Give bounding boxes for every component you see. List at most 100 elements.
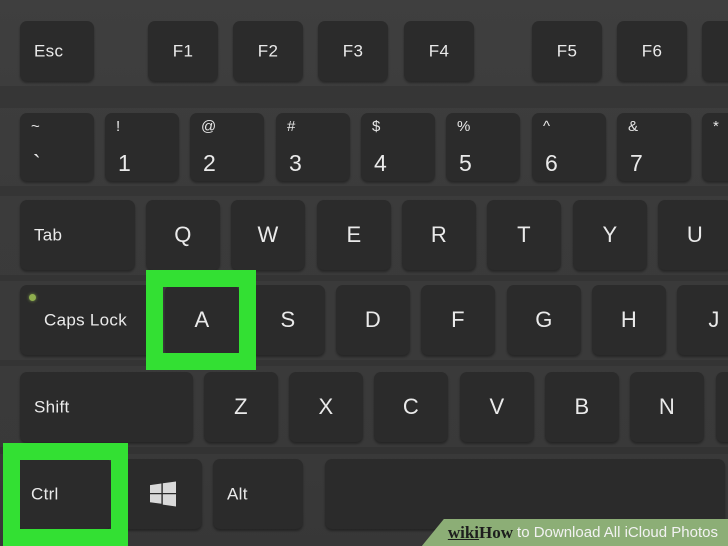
key-key-z[interactable]: Z	[204, 372, 278, 442]
key-shift-legend: #	[287, 118, 296, 135]
key-esc[interactable]: Esc	[20, 21, 94, 81]
key-label: F2	[257, 41, 279, 61]
key-primary-legend: 2	[203, 150, 216, 176]
key-key-g[interactable]: G	[507, 285, 581, 355]
key-label: X	[318, 394, 334, 419]
key-shift-legend: @	[201, 118, 217, 135]
key-shift-legend: ~	[31, 118, 40, 135]
key-key-u[interactable]: U	[658, 200, 728, 270]
key-key-w[interactable]: W	[231, 200, 305, 270]
key-key-e[interactable]: E	[317, 200, 391, 270]
key-primary-legend: 4	[374, 150, 387, 176]
key-primary-legend: 1	[118, 150, 131, 176]
key-label: F1	[172, 41, 194, 61]
key-key-c[interactable]: C	[374, 372, 448, 442]
row-separator-top-letters	[0, 275, 728, 281]
key-label: Caps Lock	[44, 310, 128, 330]
key-key-y[interactable]: Y	[573, 200, 647, 270]
key-digit-7[interactable]: & 7	[617, 113, 691, 181]
key-label: V	[489, 394, 505, 419]
key-f4[interactable]: F4	[404, 21, 474, 81]
key-primary-legend: 3	[289, 150, 302, 176]
key-label: Tab	[34, 225, 63, 245]
key-win[interactable]	[123, 459, 202, 529]
key-key-s[interactable]: S	[251, 285, 325, 355]
watermark-caption-text: to Download All iCloud Photos	[517, 524, 718, 541]
key-label: C	[402, 394, 420, 419]
key-key-x[interactable]: X	[289, 372, 363, 442]
key-key-t[interactable]: T	[487, 200, 561, 270]
key-digit-2[interactable]: @2	[190, 113, 264, 181]
watermark-how-text: How	[479, 522, 514, 542]
key-digit-8[interactable]: *	[702, 113, 728, 181]
key-digit-1[interactable]: ! 1	[105, 113, 179, 181]
wikihow-watermark: wiki How to Download All iCloud Photos	[421, 519, 728, 546]
keyboard-screenshot: Esc F1 F2 F3 F4 F5 F6 ~ `! 1 @2 #3 $4% 5 ^ 6 & 7 * Tab Q W E R T…	[0, 0, 728, 546]
key-shift-legend: *	[713, 118, 719, 135]
key-f5[interactable]: F5	[532, 21, 602, 81]
key-alt-left[interactable]: Alt	[213, 459, 303, 529]
row-separator-home	[0, 360, 728, 366]
key-label: Shift	[34, 397, 70, 417]
key-caps-lock[interactable]: Caps Lock	[20, 285, 154, 355]
key-label: Esc	[34, 41, 64, 61]
key-key-r[interactable]: R	[402, 200, 476, 270]
key-primary-legend: 5	[459, 150, 472, 176]
key-label: S	[280, 307, 296, 332]
key-f7[interactable]	[702, 21, 728, 81]
key-label: F5	[556, 41, 578, 61]
key-shift-legend: ^	[543, 118, 551, 135]
key-key-j[interactable]: J	[677, 285, 728, 355]
key-label: G	[535, 307, 553, 332]
key-shift-legend: %	[457, 118, 471, 135]
key-shift-legend: &	[628, 118, 639, 135]
key-label: F3	[342, 41, 364, 61]
key-primary-legend: `	[33, 150, 41, 176]
key-primary-legend: 6	[545, 150, 558, 176]
key-label: W	[257, 222, 279, 247]
key-label: H	[620, 307, 638, 332]
windows-logo-icon	[149, 481, 176, 507]
key-space[interactable]	[325, 459, 725, 529]
key-shift-left[interactable]: Shift	[20, 372, 193, 442]
key-digit-3[interactable]: #3	[276, 113, 350, 181]
key-label: F	[451, 307, 465, 332]
key-label: N	[658, 394, 676, 419]
key-key-m[interactable]	[716, 372, 728, 442]
highlight-key-ctrl	[3, 443, 128, 546]
key-label: U	[686, 222, 704, 247]
key-label: J	[708, 307, 720, 332]
key-label: Q	[174, 222, 192, 247]
watermark-wiki-text: wiki	[447, 522, 480, 542]
key-primary-legend: 7	[630, 150, 643, 176]
key-f3[interactable]: F3	[318, 21, 388, 81]
key-label: Alt	[227, 484, 248, 504]
caps-lock-led-icon	[29, 294, 36, 301]
key-f1[interactable]: F1	[148, 21, 218, 81]
key-key-n[interactable]: N	[630, 372, 704, 442]
key-key-d[interactable]: D	[336, 285, 410, 355]
key-label: Y	[602, 222, 618, 247]
key-digit-6[interactable]: ^ 6	[532, 113, 606, 181]
row-separator-function	[0, 86, 728, 108]
highlight-key-a	[146, 270, 256, 370]
key-f2[interactable]: F2	[233, 21, 303, 81]
key-key-v[interactable]: V	[460, 372, 534, 442]
key-key-q[interactable]: Q	[146, 200, 220, 270]
key-label: D	[364, 307, 382, 332]
key-digit-4[interactable]: $4	[361, 113, 435, 181]
key-digit-5[interactable]: % 5	[446, 113, 520, 181]
key-label: F6	[641, 41, 663, 61]
key-key-h[interactable]: H	[592, 285, 666, 355]
key-key-b[interactable]: B	[545, 372, 619, 442]
key-label: E	[346, 222, 362, 247]
key-label: T	[517, 222, 531, 247]
key-label: R	[430, 222, 448, 247]
key-label: B	[574, 394, 590, 419]
key-f6[interactable]: F6	[617, 21, 687, 81]
key-backtick[interactable]: ~ `	[20, 113, 94, 181]
key-shift-legend: !	[116, 118, 121, 135]
row-separator-number	[0, 186, 728, 196]
key-key-f[interactable]: F	[421, 285, 495, 355]
key-tab[interactable]: Tab	[20, 200, 135, 270]
